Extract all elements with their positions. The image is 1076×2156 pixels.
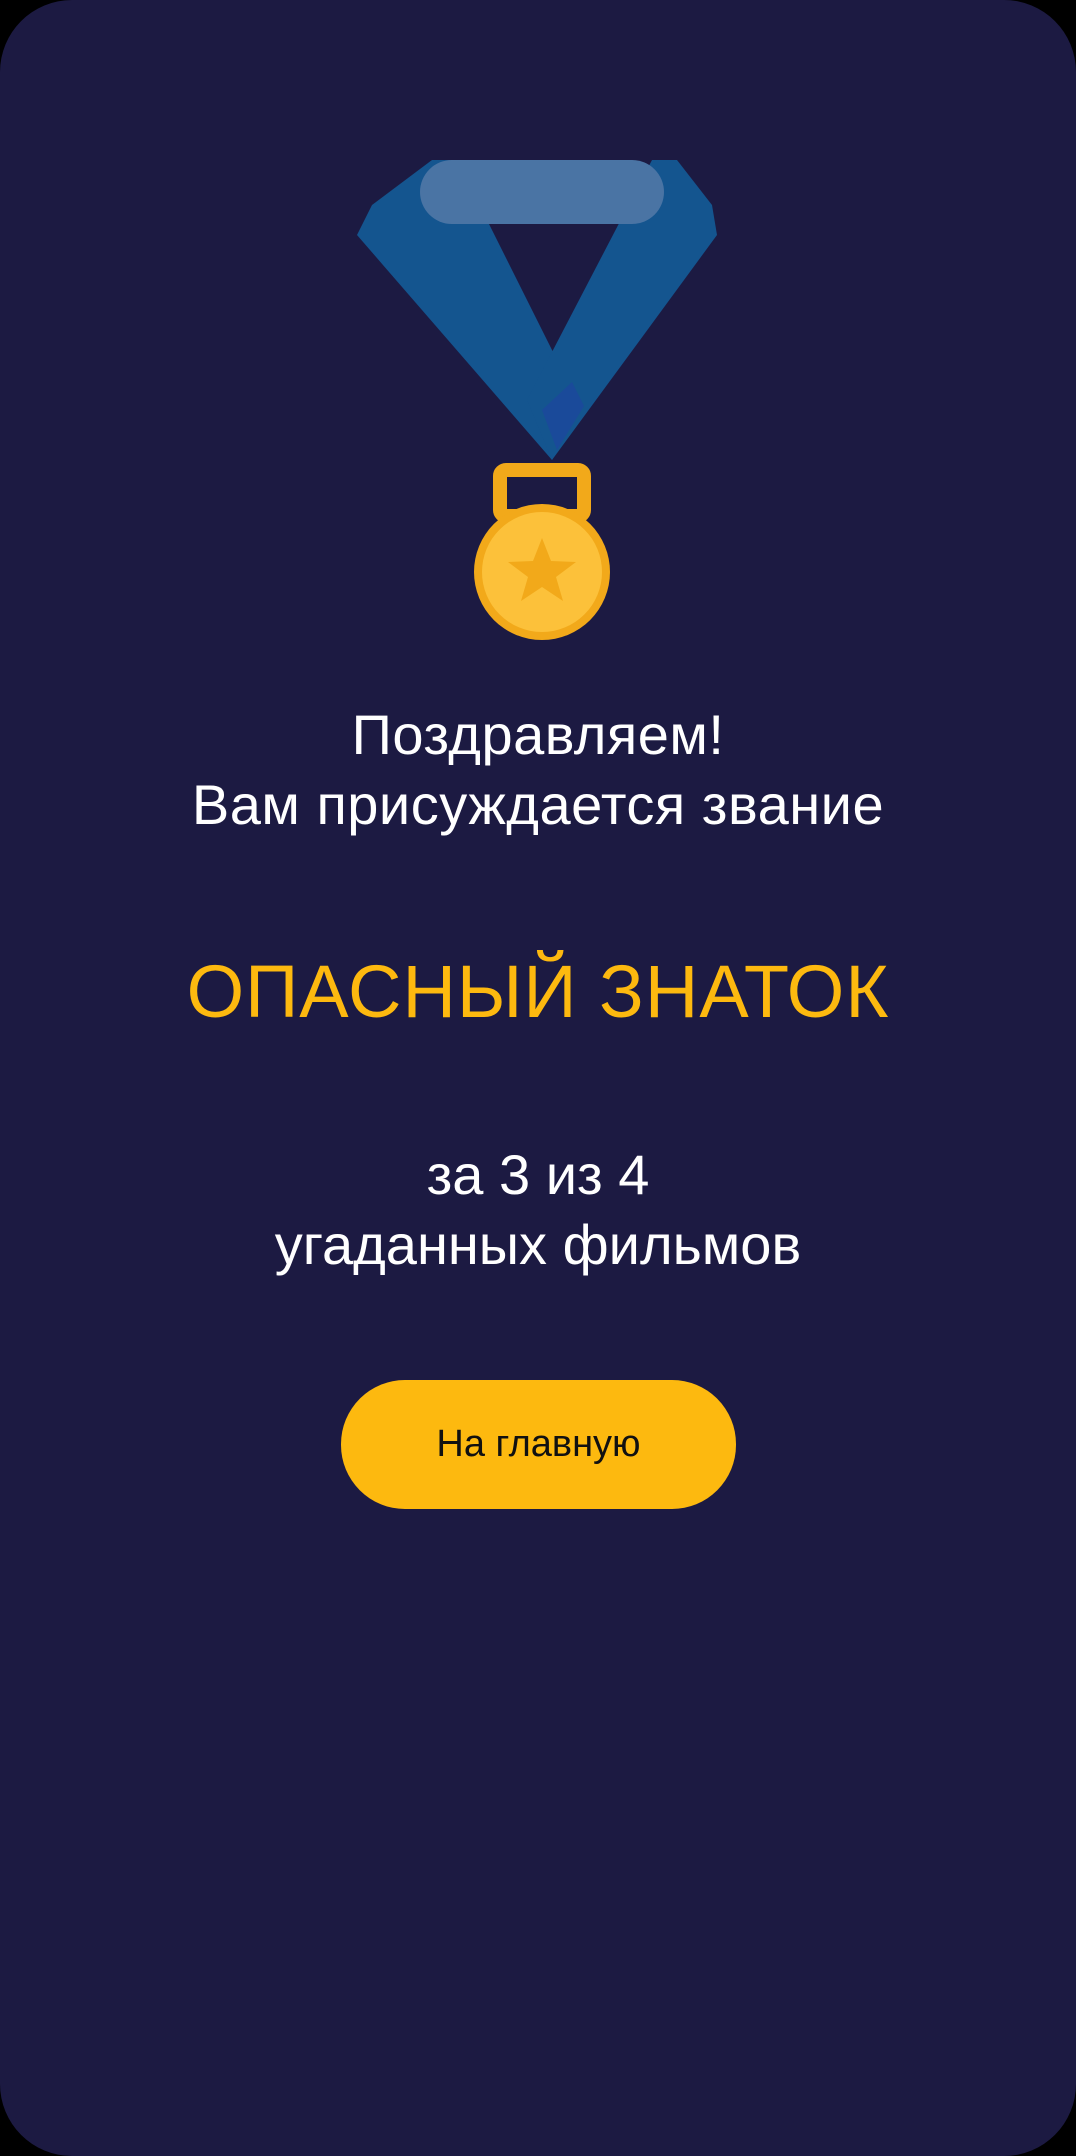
rank-title: ОПАСНЫЙ ЗНАТОК xyxy=(186,950,890,1033)
home-button[interactable]: На главную xyxy=(341,1380,736,1509)
score-line-2: угаданных фильмов xyxy=(274,1213,802,1276)
score-line-1: за 3 из 4 xyxy=(426,1143,650,1206)
congrats-line-1: Поздравляем! xyxy=(351,703,725,766)
results-screen: Поздравляем! Вам присуждается звание ОПА… xyxy=(0,0,1076,2156)
congrats-text: Поздравляем! Вам присуждается звание xyxy=(0,700,1076,840)
medal-icon xyxy=(352,150,732,650)
congrats-line-2: Вам присуждается звание xyxy=(191,773,885,836)
score-text: за 3 из 4 угаданных фильмов xyxy=(0,1140,1076,1280)
